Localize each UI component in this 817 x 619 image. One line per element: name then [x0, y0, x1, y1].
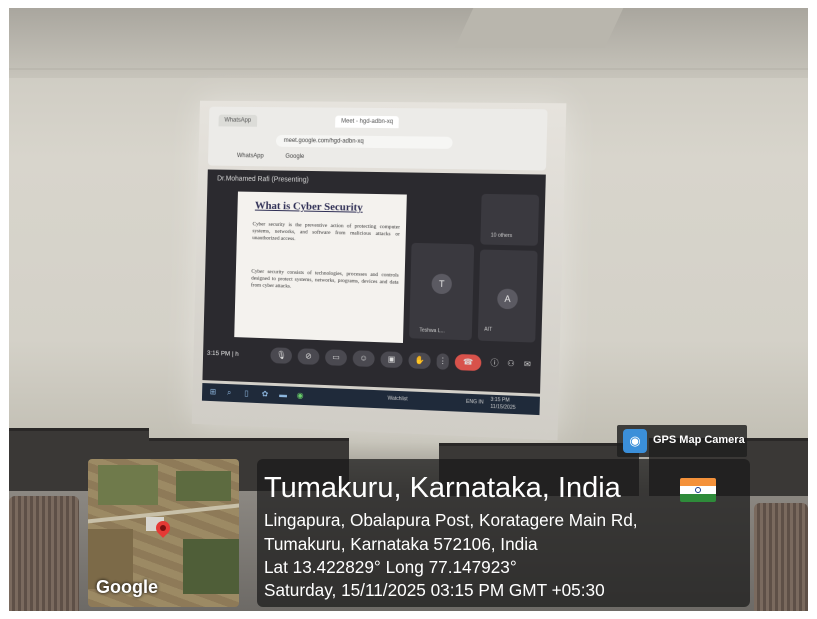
participant-name: AIT: [484, 326, 493, 333]
taskbar-date[interactable]: 11/15/2025: [490, 404, 515, 411]
projected-screen: WhatsApp Meet - hgd-adbn-xq meet.google.…: [191, 100, 567, 441]
shared-slide: What is Cyber Security Cyber security is…: [234, 191, 407, 344]
app-icon[interactable]: ▬: [279, 390, 287, 399]
raise-hand-button[interactable]: ✋: [408, 352, 431, 370]
search-icon[interactable]: ⌕: [227, 388, 232, 398]
bookmark-whatsapp[interactable]: WhatsApp: [237, 153, 264, 159]
tab-whatsapp[interactable]: WhatsApp: [218, 114, 257, 127]
map-field: [98, 465, 158, 505]
emoji-button[interactable]: ☺: [352, 350, 375, 368]
present-button[interactable]: ▣: [380, 351, 403, 369]
others-tile[interactable]: 10 others: [480, 193, 540, 246]
info-icon[interactable]: ⓘ: [487, 355, 502, 372]
participant-tile[interactable]: T Teshwa L...: [409, 242, 475, 341]
task-view-icon[interactable]: ▯: [244, 389, 248, 398]
slide-title: What is Cyber Security: [254, 199, 363, 214]
bookmark-google[interactable]: Google: [285, 154, 304, 160]
map-thumbnail: Google: [88, 459, 239, 607]
chat-icon[interactable]: ✉: [520, 356, 535, 373]
slide-bullet-1: Cyber security is the preventive action …: [252, 221, 401, 243]
india-flag-icon: [680, 478, 716, 502]
coordinates: Lat 13.422829° Long 77.147923°: [264, 557, 517, 577]
mic-button[interactable]: 🎙: [270, 347, 293, 364]
slide-bullet-2: Cyber security consists of technologies,…: [250, 268, 399, 290]
address-line-1: Lingapura, Obalapura Post, Koratagere Ma…: [264, 510, 638, 530]
map-field: [176, 471, 231, 501]
presenter-label: Dr.Mohamed Rafi (Presenting): [217, 175, 309, 184]
people-icon[interactable]: ⚇: [504, 356, 519, 373]
gps-badge-label: GPS Map Camera: [653, 434, 745, 446]
tab-meet[interactable]: Meet - hgd-adbn-xq: [335, 115, 400, 129]
address-line-2: Tumakuru, Karnataka 572106, India: [264, 534, 538, 554]
chair: [754, 503, 808, 611]
end-call-button[interactable]: ☎: [454, 353, 482, 372]
gps-map-camera-badge: ◉ GPS Map Camera: [617, 425, 747, 457]
wall-edge: [9, 68, 808, 70]
avatar: T: [431, 273, 453, 295]
more-options-button[interactable]: ⋮: [436, 353, 450, 370]
taskbar-time[interactable]: 3:15 PM: [490, 397, 509, 404]
captions-button[interactable]: ▭: [324, 349, 348, 366]
browser-window: WhatsApp Meet - hgd-adbn-xq meet.google.…: [207, 106, 548, 171]
participant-name: Teshwa L...: [419, 327, 445, 335]
app-icon[interactable]: ✿: [262, 389, 269, 398]
meet-controls: 3:15 PM | h 🎙 ⊘ ▭ ☺ ▣ ✋ ⋮ ☎ ⓘ ⚇ ✉: [203, 342, 541, 376]
avatar: A: [497, 288, 519, 310]
participant-tile[interactable]: A AIT: [477, 249, 538, 343]
chair: [9, 496, 79, 611]
meeting-clock: 3:15 PM | h: [206, 349, 239, 358]
location-title: Tumakuru, Karnataka, India: [264, 472, 621, 504]
ceiling-beam: [454, 8, 624, 48]
map-field: [183, 539, 239, 594]
camera-button[interactable]: ⊘: [297, 348, 320, 365]
others-label: 10 others: [490, 232, 513, 240]
windows-start-icon[interactable]: ⊞: [210, 387, 217, 396]
google-logo: Google: [96, 577, 158, 597]
language-indicator[interactable]: ENG IN: [466, 399, 484, 406]
camera-icon: ◉: [623, 429, 647, 453]
app-icon[interactable]: ◉: [297, 391, 304, 400]
address-bar[interactable]: meet.google.com/hgd-adbn-xq: [275, 134, 453, 149]
timestamp: Saturday, 15/11/2025 03:15 PM GMT +05:30: [264, 580, 605, 600]
watchlist-widget[interactable]: Watchlist: [387, 396, 407, 403]
meet-call-area: Dr.Mohamed Rafi (Presenting) What is Cyb…: [202, 169, 546, 394]
